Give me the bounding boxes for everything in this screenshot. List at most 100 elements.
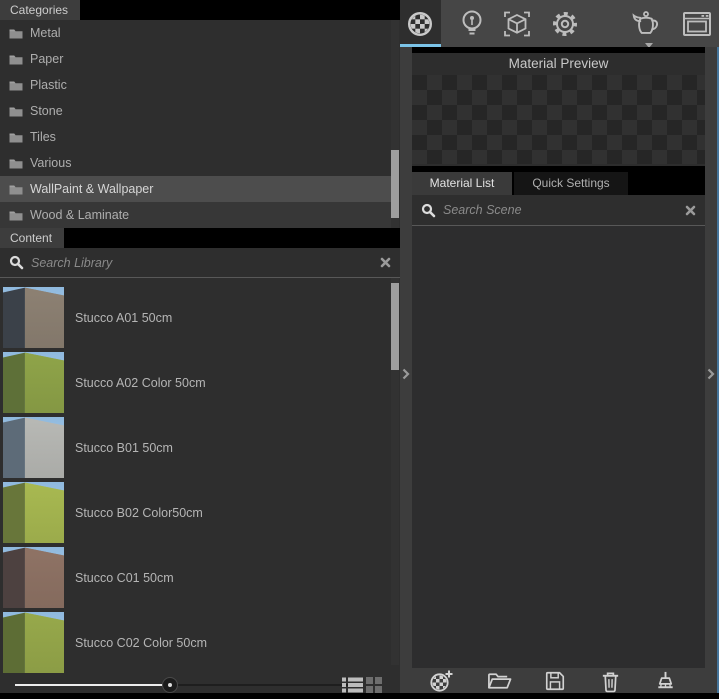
library-footer [0,676,400,694]
cleanup-brush-icon [654,670,677,693]
category-label: Various [30,156,71,170]
delete-button[interactable] [597,669,623,693]
scene-search-input[interactable] [443,203,685,217]
save-icon [544,670,566,692]
left-splitter[interactable] [400,47,412,694]
material-item-stucco-b02-color50cm[interactable]: Stucco B02 Color50cm [3,482,391,543]
category-label: Plastic [30,78,67,92]
trash-icon [600,670,621,693]
category-item-paper[interactable]: Paper [0,46,391,72]
category-list: Metal Paper Plastic Stone Tiles Various … [0,20,391,228]
folder-icon [9,106,23,117]
material-item-label: Stucco C01 50cm [75,571,174,585]
add-material-button[interactable] [428,669,454,693]
category-item-stone[interactable]: Stone [0,98,391,124]
material-item-stucco-b01-50cm[interactable]: Stucco B01 50cm [3,417,391,478]
settings-tool-button[interactable] [548,7,582,41]
thumbnail-size-slider-knob[interactable] [162,677,178,693]
folder-icon [9,28,23,39]
categories-header-row: Categories [0,0,400,20]
categories-scrollbar[interactable] [391,20,399,228]
category-label: Metal [30,26,61,40]
material-thumbnail[interactable] [3,287,64,348]
folder-icon [9,158,23,169]
category-label: Stone [30,104,63,118]
material-item-label: Stucco B02 Color50cm [75,506,203,520]
scene-search-bar [412,195,705,226]
render-window-tool-button[interactable] [680,7,714,41]
chevron-right-icon[interactable] [402,368,410,380]
folder-icon [9,132,23,143]
right-panel-footer [412,668,705,694]
categories-scrollbar-thumb[interactable] [391,150,399,218]
gear-icon [549,8,581,40]
category-item-metal[interactable]: Metal [0,20,391,46]
clear-search-icon[interactable] [380,257,391,268]
teapot-icon [629,9,663,39]
category-item-plastic[interactable]: Plastic [0,72,391,98]
folder-icon [9,54,23,65]
search-icon [421,203,436,218]
library-panel: Categories Metal Paper Plastic Stone Til… [0,0,400,694]
render-tool-button[interactable] [629,7,663,41]
material-item-label: Stucco B01 50cm [75,441,173,455]
material-item-stucco-c01-50cm[interactable]: Stucco C01 50cm [3,547,391,608]
material-ball-icon [405,9,435,39]
scene-material-list[interactable] [412,226,705,668]
bottom-bar [0,693,719,699]
right-splitter[interactable] [705,47,717,694]
category-item-tiles[interactable]: Tiles [0,124,391,150]
save-button[interactable] [542,669,568,693]
add-material-icon [429,669,454,693]
tab-quick-settings[interactable]: Quick Settings [514,172,628,195]
tab-categories[interactable]: Categories [0,0,80,20]
material-thumbnail[interactable] [3,482,64,543]
material-thumbnail[interactable] [3,352,64,413]
material-item-stucco-a01-50cm[interactable]: Stucco A01 50cm [3,287,391,348]
category-item-wood-laminate[interactable]: Wood & Laminate [0,202,391,228]
cleanup-button[interactable] [652,669,678,693]
category-label: Wood & Laminate [30,208,129,222]
render-window-icon [681,9,713,39]
material-preview-panel: Material Preview [412,53,705,166]
thumbnail-size-slider-fill [15,684,170,686]
library-search-input[interactable] [31,256,380,270]
category-label: Tiles [30,130,56,144]
category-item-various[interactable]: Various [0,150,391,176]
material-thumbnail[interactable] [3,547,64,608]
material-item-label: Stucco A01 50cm [75,311,172,325]
application-window: Categories Metal Paper Plastic Stone Til… [0,0,719,699]
model-tool-button[interactable] [500,7,534,41]
material-tool-button[interactable] [403,7,437,41]
open-button[interactable] [486,669,512,693]
folder-icon [9,210,23,221]
light-tool-button[interactable] [455,7,489,41]
chevron-right-icon[interactable] [707,368,715,380]
category-label: Paper [30,52,63,66]
library-scrollbar-thumb[interactable] [391,283,399,370]
search-icon [9,255,24,270]
material-library-list: Stucco A01 50cm Stucco A02 Color 50cm Stuc… [0,278,391,676]
tab-material-list[interactable]: Material List [412,172,512,195]
material-item-label: Stucco C02 Color 50cm [75,636,207,650]
tab-content[interactable]: Content [0,228,64,248]
category-item-wallpaint-wallpaper[interactable]: WallPaint & Wallpaper [0,176,391,202]
list-view-icon[interactable] [342,677,363,693]
library-scrollbar[interactable] [391,278,399,665]
material-thumbnail[interactable] [3,612,64,673]
cube-icon [500,8,534,40]
right-toolbar [400,0,719,47]
open-folder-icon [487,671,512,691]
material-item-stucco-c02-color-50cm[interactable]: Stucco C02 Color 50cm [3,612,391,673]
library-search-bar [0,248,400,278]
material-preview-canvas [412,75,705,164]
lightbulb-icon [457,8,487,40]
category-label: WallPaint & Wallpaper [30,182,153,196]
right-panel-tabs: Material List Quick Settings [412,172,705,195]
material-item-label: Stucco A02 Color 50cm [75,376,206,390]
material-thumbnail[interactable] [3,417,64,478]
clear-search-icon[interactable] [685,205,696,216]
material-preview-title: Material Preview [412,53,705,71]
grid-view-icon[interactable] [366,677,382,693]
material-item-stucco-a02-color-50cm[interactable]: Stucco A02 Color 50cm [3,352,391,413]
